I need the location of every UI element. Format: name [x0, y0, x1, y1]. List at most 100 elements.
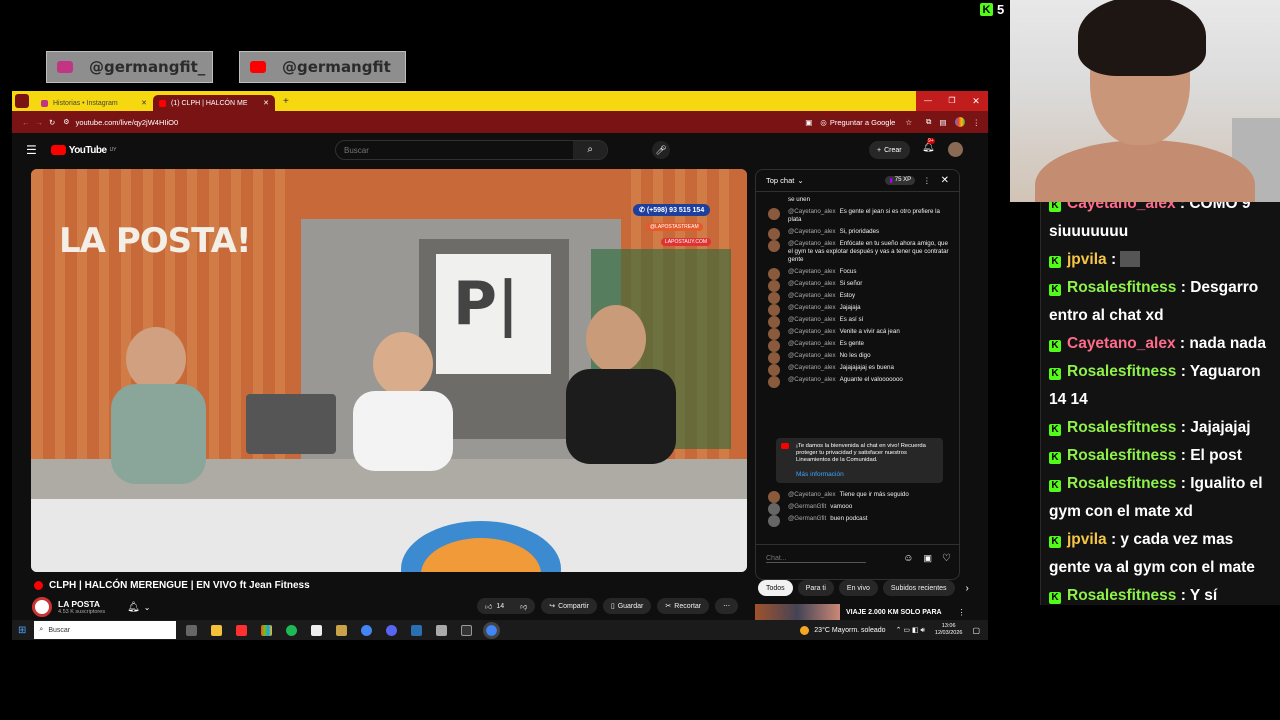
ask-google-button[interactable]: ◎ Preguntar a Google — [820, 118, 895, 127]
chat-author[interactable]: @Cayetano_alex — [788, 491, 836, 498]
heart-icon[interactable]: ♡ — [942, 553, 951, 564]
share-button[interactable]: ↪ Compartir — [541, 598, 597, 614]
microphone-icon[interactable]: 🎤︎ — [652, 141, 670, 159]
obs-icon[interactable] — [461, 624, 473, 636]
chat-author[interactable]: @Cayetano_alex — [788, 240, 836, 247]
youtube-logo[interactable]: YouTube UY — [50, 145, 117, 156]
window-controls: — ❐ ✕ — [846, 91, 988, 111]
account-avatar-icon[interactable] — [954, 117, 965, 127]
chat-author[interactable]: @Cayetano_alex — [788, 268, 836, 275]
tab-instagram[interactable]: Historias • Instagram ✕ — [35, 95, 153, 111]
create-button[interactable]: + Crear — [869, 141, 910, 159]
back-icon[interactable]: ← — [22, 118, 30, 127]
extensions-icon[interactable]: ⧉ — [926, 117, 931, 127]
video-player[interactable]: LA POSTA! P| ✆ (+598) 93 515 154 @LAPOST… — [31, 169, 747, 572]
chat-author[interactable]: @Cayetano_alex — [788, 228, 836, 235]
kick-chat-message: K Rosalesfitness : Y sí — [1041, 582, 1280, 605]
save-button[interactable]: ▯ Guardar — [602, 598, 652, 614]
tray-icons[interactable]: ⌃ ▭ ◧ 🔊︎ — [896, 626, 925, 635]
chat-text: Estoy — [839, 292, 856, 299]
folder-icon[interactable] — [336, 624, 348, 636]
chat-author[interactable]: @Cayetano_alex — [788, 292, 836, 299]
chat-author[interactable]: @Cayetano_alex — [788, 340, 836, 347]
cast-icon[interactable]: ▣ — [805, 118, 812, 127]
close-window-icon[interactable]: ✕ — [964, 91, 988, 111]
chat-input[interactable] — [766, 554, 866, 563]
windows-start-icon[interactable]: ⊞ — [18, 625, 26, 636]
search-icon[interactable]: ⌕ — [573, 141, 607, 159]
chat-author[interactable]: @Cayetano_alex — [788, 376, 836, 383]
chat-author[interactable]: @Cayetano_alex — [788, 352, 836, 359]
spotify-icon[interactable] — [286, 624, 298, 636]
chat-menu-icon[interactable]: ⋮ — [923, 176, 931, 185]
user-avatar[interactable] — [948, 142, 963, 157]
chrome-active-icon[interactable] — [483, 621, 501, 639]
channel-name[interactable]: LA POSTA — [58, 599, 105, 609]
steam-icon[interactable] — [411, 624, 423, 636]
chevron-down-icon[interactable]: ⌄ — [144, 603, 151, 612]
xp-badge[interactable]: ▮ 75 XP — [885, 176, 916, 185]
url-text[interactable]: youtube.com/live/qy2jW4HIiO0 — [76, 118, 179, 127]
chat-author[interactable]: @Cayetano_alex — [788, 280, 836, 287]
chat-author[interactable]: @Cayetano_alex — [788, 316, 836, 323]
search-input[interactable] — [336, 145, 574, 155]
site-info-icon[interactable]: ⚙ — [63, 118, 69, 126]
close-chat-icon[interactable]: ✕ — [941, 175, 949, 186]
chat-avatar[interactable] — [768, 515, 780, 527]
weather-text[interactable]: 23°C Mayorm. soleado — [814, 627, 885, 634]
capcut-icon[interactable] — [311, 624, 323, 636]
more-info-link[interactable]: Más información — [796, 471, 935, 478]
profile-icon[interactable] — [15, 94, 29, 108]
tab-youtube[interactable]: (1) CLPH | HALCÓN ME ✕ — [153, 95, 275, 111]
chat-author[interactable]: @GermanGfit — [788, 503, 826, 510]
chat-mode-selector[interactable]: Top chat — [766, 176, 794, 185]
clip-button[interactable]: ✂ Recortar — [657, 598, 710, 614]
recommended-video[interactable]: VIAJE 2.000 KM SOLO PARA ⋮ — [755, 604, 966, 620]
minimize-icon[interactable]: — — [916, 91, 940, 111]
reload-icon[interactable]: ↻ — [49, 118, 55, 127]
chrome-icon[interactable] — [361, 624, 373, 636]
maximize-icon[interactable]: ❐ — [940, 91, 964, 111]
monitor-app-icon[interactable] — [436, 624, 448, 636]
close-icon[interactable]: ✕ — [263, 99, 269, 107]
chat-author[interactable]: @Cayetano_alex — [788, 328, 836, 335]
task-view-icon[interactable] — [186, 624, 198, 636]
more-options-icon[interactable]: ⋮ — [958, 608, 966, 617]
notification-center-icon[interactable]: ▢ — [972, 626, 980, 635]
channel-avatar[interactable] — [32, 597, 52, 617]
new-tab-icon[interactable]: + — [283, 96, 289, 107]
chat-author[interactable]: @Cayetano_alex — [788, 208, 836, 215]
taskbar-search[interactable]: ⌕ Buscar — [34, 621, 177, 639]
hamburger-menu-icon[interactable]: ☰ — [26, 143, 37, 157]
bell-subscribed-icon[interactable]: 🔔︎ — [127, 602, 140, 613]
filter-recent[interactable]: Subidos recientes — [882, 580, 955, 596]
bookmark-star-icon[interactable]: ☆ — [905, 118, 912, 127]
chat-avatar[interactable] — [768, 208, 780, 220]
chat-avatar[interactable] — [768, 240, 780, 252]
filter-live[interactable]: En vivo — [838, 580, 878, 596]
youtube-app-icon[interactable] — [236, 624, 248, 636]
forward-icon[interactable]: → — [36, 118, 44, 127]
kick-icon: K — [1049, 368, 1061, 380]
create-label: Crear — [884, 146, 902, 154]
filter-for-you[interactable]: Para ti — [797, 580, 834, 596]
super-chat-icon[interactable]: ▣ — [924, 553, 933, 564]
chevron-right-icon[interactable]: › — [966, 583, 969, 594]
chat-author[interactable]: @GermanGfit — [788, 515, 826, 522]
chat-avatar[interactable] — [768, 376, 780, 388]
emoji-icon[interactable]: ☺ — [903, 553, 913, 564]
file-explorer-icon[interactable] — [211, 624, 223, 636]
dislike-button[interactable]: 👎︎ — [512, 598, 536, 614]
clock[interactable]: 13:06 12/03/2026 — [935, 623, 963, 637]
like-button[interactable]: 👍︎ 14 — [477, 598, 513, 614]
microsoft-store-icon[interactable] — [261, 624, 273, 636]
close-icon[interactable]: ✕ — [141, 99, 147, 107]
chat-author[interactable]: @Cayetano_alex — [788, 364, 836, 371]
menu-dots-icon[interactable]: ⋮ — [973, 118, 981, 127]
more-actions-button[interactable]: ⋯ — [715, 598, 739, 614]
chevron-down-icon[interactable]: ⌄ — [797, 176, 803, 185]
filter-all[interactable]: Todos — [758, 580, 793, 596]
extension-icon[interactable]: ▤ — [939, 118, 946, 127]
discord-icon[interactable] — [386, 624, 398, 636]
chat-author[interactable]: @Cayetano_alex — [788, 304, 836, 311]
